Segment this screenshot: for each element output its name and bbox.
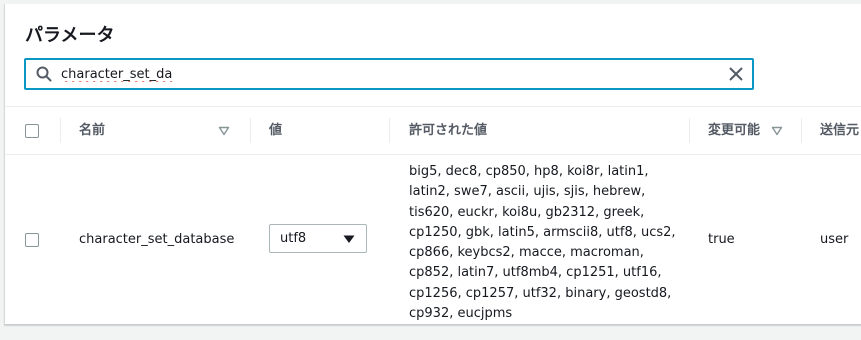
allowed-values-line: cp1256, cp1257, utf32, binary, geostd8,	[409, 285, 672, 301]
page-title: パラメータ	[25, 25, 115, 46]
column-separator	[689, 118, 690, 143]
allowed-values-line: cp1250, gbk, latin5, armscii8, utf8, ucs…	[409, 224, 676, 240]
column-header-name[interactable]: 名前	[79, 107, 105, 154]
table-header-row: 名前 値 許可された値 変更可能 送信元	[5, 107, 861, 155]
sort-icon[interactable]	[218, 126, 230, 136]
column-header-source: 送信元	[820, 123, 860, 138]
column-separator	[389, 118, 390, 143]
column-separator	[250, 118, 251, 143]
allowed-values-line: tis620, euckr, koi8u, gb2312, greek,	[409, 204, 645, 220]
caret-down-icon	[343, 235, 355, 243]
column-header-allowed-values: 許可された値	[409, 123, 488, 138]
column-header-modifiable[interactable]: 変更可能	[708, 107, 760, 154]
allowed-values: big5, dec8, cp850, hp8, koi8r, latin1, l…	[409, 162, 689, 324]
column-header-value: 値	[269, 123, 283, 138]
parameter-name: character_set_database	[79, 232, 235, 247]
table-row: character_set_database utf8 big5, dec8, …	[5, 154, 861, 324]
row-checkbox[interactable]	[25, 233, 39, 247]
allowed-values-line: latin2, swe7, ascii, ujis, sjis, hebrew,	[409, 184, 646, 200]
modifiable-value: true	[708, 232, 735, 247]
allowed-values-line: cp852, latin7, utf8mb4, cp1251, utf16,	[409, 265, 662, 281]
search-icon	[36, 66, 52, 82]
source-value: user	[820, 232, 849, 247]
value-select-text: utf8	[280, 231, 307, 246]
search-input[interactable]	[61, 62, 701, 86]
allowed-values-line: big5, dec8, cp850, hp8, koi8r, latin1,	[409, 164, 649, 179]
select-all-checkbox[interactable]	[25, 124, 39, 138]
search-box[interactable]	[24, 58, 754, 90]
sort-icon[interactable]	[771, 126, 783, 136]
column-separator	[60, 118, 61, 143]
column-separator	[801, 118, 802, 143]
allowed-values-line: cp932, eucjpms	[409, 306, 513, 322]
allowed-values-line: cp866, keybcs2, macce, macroman,	[409, 245, 644, 261]
clear-icon[interactable]	[728, 66, 744, 82]
parameters-panel: パラメータ 名前 値 許可された値 変更可能 送信元	[4, 4, 861, 325]
value-select[interactable]: utf8	[269, 224, 367, 253]
